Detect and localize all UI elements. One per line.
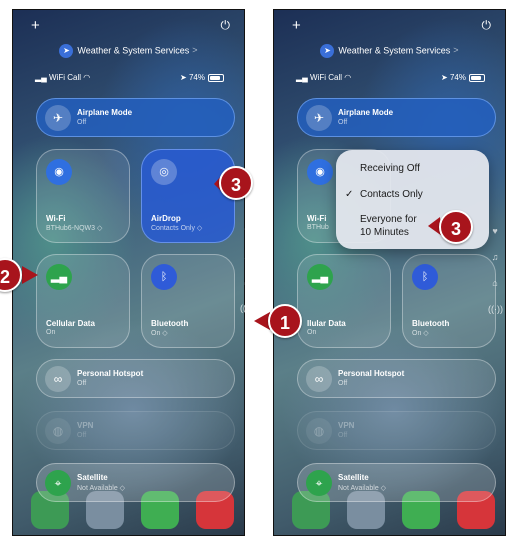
callout-3-right: 3	[439, 210, 473, 244]
callout-3: 3	[219, 166, 253, 200]
callout-pointers	[22, 175, 442, 330]
callout-1: 1	[268, 304, 302, 338]
callout-2-pointer	[22, 266, 38, 284]
